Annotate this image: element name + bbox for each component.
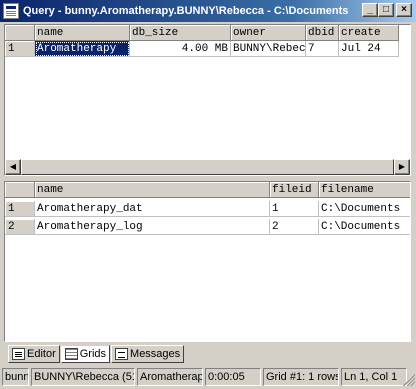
row-number[interactable]: 1 [5,201,35,217]
results-grid-1[interactable]: name db_size owner dbid create 1 Aromath… [4,24,411,176]
cell-dbid[interactable]: 7 [306,41,339,57]
status-server: bunny [2,368,29,386]
horizontal-scrollbar[interactable]: ◀ ▶ [5,159,410,175]
window-title: Query - bunny.Aromatherapy.BUNNY\Rebecca… [23,5,349,17]
results-grid-2[interactable]: name fileid filename 1 Aromatherapy_dat … [4,181,411,342]
status-elapsed: 0:00:05 [205,368,261,386]
tab-grids[interactable]: Grids [60,345,111,363]
column-header-dbid[interactable]: dbid [306,25,339,41]
status-grid-info: Grid #1: 1 rows [263,368,339,386]
grid-1-header: name db_size owner dbid create [5,25,399,41]
resize-grip-icon[interactable] [403,374,415,386]
cell-fileid[interactable]: 2 [270,219,319,235]
status-bar: bunny BUNNY\Rebecca (51) Aromatherapy 0:… [0,367,416,387]
cell-filename[interactable]: C:\Documents [319,219,410,235]
editor-icon [12,348,25,360]
grid-2-header: name fileid filename [5,182,410,198]
scroll-thumb[interactable] [21,159,394,175]
table-row[interactable]: 2 Aromatherapy_log 2 C:\Documents [5,219,410,235]
cell-create[interactable]: Jul 24 [339,41,399,57]
tab-grids-label: Grids [79,348,107,360]
cell-owner[interactable]: BUNNY\Rebecca [231,41,306,57]
result-tabs: Editor Grids Messages [8,345,185,363]
column-header-fileid[interactable]: fileid [270,182,319,198]
messages-icon [115,348,129,360]
column-header-db-size[interactable]: db_size [130,25,231,41]
column-header-filename[interactable]: filename [319,182,410,198]
status-cursor-position: Ln 1, Col 1 [341,368,407,386]
query-window-icon[interactable] [3,3,19,19]
maximize-button[interactable]: □ [378,3,394,17]
column-header-name[interactable]: name [35,182,270,198]
close-button[interactable]: × [396,3,412,17]
scroll-right-arrow-icon[interactable]: ▶ [394,159,410,175]
grid-icon [64,348,78,360]
row-number[interactable]: 1 [5,41,35,57]
table-row[interactable]: 1 Aromatherapy 4.00 MB BUNNY\Rebecca 7 J… [5,41,399,57]
tab-editor[interactable]: Editor [8,345,60,363]
status-database: Aromatherapy [137,368,203,386]
cell-filename[interactable]: C:\Documents [319,201,410,217]
row-header-corner[interactable] [5,25,35,41]
minimize-button[interactable]: _ [362,3,378,17]
cell-fileid[interactable]: 1 [270,201,319,217]
column-header-owner[interactable]: owner [231,25,306,41]
row-number[interactable]: 2 [5,219,35,235]
cell-db-size[interactable]: 4.00 MB [130,41,231,57]
tab-messages-label: Messages [130,348,181,360]
row-header-corner[interactable] [5,182,35,198]
table-row[interactable]: 1 Aromatherapy_dat 1 C:\Documents [5,201,410,217]
cell-name[interactable]: Aromatherapy_log [35,219,270,235]
title-bar[interactable]: Query - bunny.Aromatherapy.BUNNY\Rebecca… [0,0,416,22]
column-header-create[interactable]: create [339,25,399,41]
tab-messages[interactable]: Messages [111,345,185,363]
cell-name[interactable]: Aromatherapy_dat [35,201,270,217]
cell-name[interactable]: Aromatherapy [35,41,130,57]
tab-editor-label: Editor [27,348,56,360]
column-header-name[interactable]: name [35,25,130,41]
status-user: BUNNY\Rebecca (51) [31,368,135,386]
scroll-left-arrow-icon[interactable]: ◀ [5,159,21,175]
